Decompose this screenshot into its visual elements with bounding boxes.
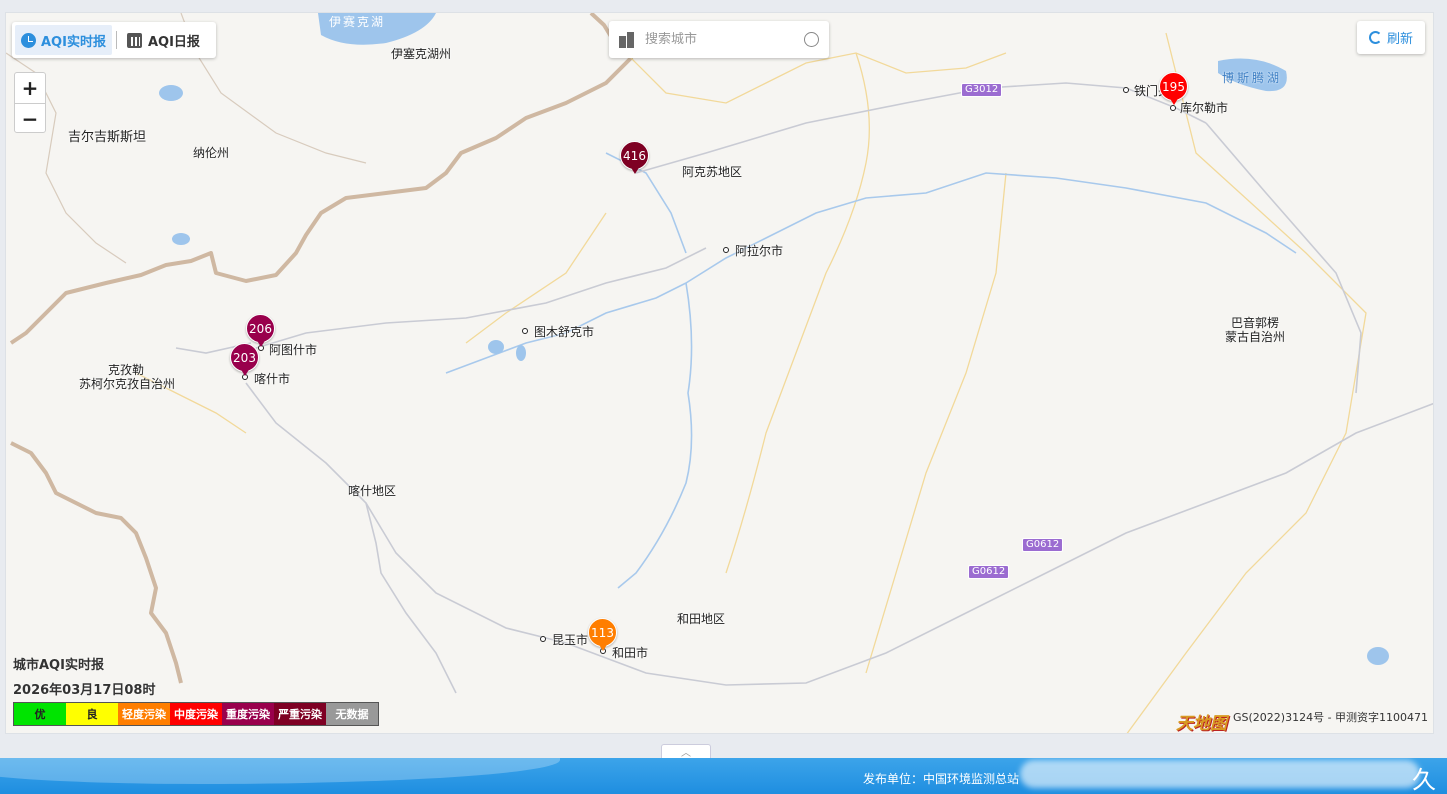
aqi-marker-kuerle[interactable]: 195 (1159, 72, 1189, 108)
divider (115, 31, 117, 49)
place-label: 阿拉尔市 (735, 244, 784, 258)
city-dot (723, 247, 729, 253)
place-label: 克孜勒 (108, 363, 145, 377)
aqi-marker-kashi[interactable]: 203 (230, 343, 260, 379)
city-dot (1123, 87, 1129, 93)
small-lake (488, 340, 504, 354)
app-frame: 伊赛克湖 伊塞克湖州 吉尔吉斯斯坦 纳伦州 阿克苏地区 阿拉尔市 图木舒克市 阿… (0, 0, 1447, 794)
place-label: 伊塞克湖州 (391, 47, 452, 61)
footer-wave-decoration (0, 758, 560, 784)
place-label: 吉尔吉斯斯坦 (68, 130, 147, 145)
place-label: 苏柯尔克孜自治州 (79, 377, 176, 391)
place-label: 阿图什市 (269, 343, 318, 357)
marker-tail (630, 166, 640, 174)
small-lake (172, 233, 190, 245)
place-label: 巴音郭楞 (1231, 316, 1280, 330)
footer-bar: 发布单位：中国环境监测总站 久 (0, 758, 1447, 794)
city-search-box (609, 21, 829, 58)
publisher-text: 发布单位：中国环境监测总站 (863, 772, 1020, 786)
report-mode-switch: AQI实时报 AQI日报 (12, 22, 216, 58)
refresh-label: 刷新 (1386, 32, 1413, 47)
legend-title: 城市AQI实时报 (13, 658, 104, 673)
small-lake (516, 345, 526, 361)
legend-level-excellent: 优 (14, 703, 66, 725)
daily-report-tab[interactable]: AQI日报 (121, 25, 206, 55)
clock-icon (21, 32, 36, 48)
legend-level-light: 轻度污染 (118, 703, 170, 725)
search-icon[interactable] (804, 32, 819, 47)
place-label: 昆玉市 (552, 633, 589, 647)
place-label: 和田地区 (677, 612, 726, 626)
map-copyright: GS(2022)3124号 - 甲测资字1100471 (1233, 711, 1429, 724)
country-border (9, 13, 633, 345)
chevron-up-icon: ︿ (681, 748, 691, 759)
legend-level-severe: 严重污染 (274, 703, 326, 725)
place-label: 阿克苏地区 (682, 165, 743, 179)
small-lake (159, 85, 183, 101)
legend-level-moderate: 中度污染 (170, 703, 222, 725)
place-label: 图木舒克市 (534, 325, 595, 339)
legend-timestamp: 2026年03月17日08时 (13, 683, 156, 698)
small-lake (1367, 647, 1389, 665)
panel-toggle-button[interactable]: ︿ (661, 744, 711, 759)
legend-level-heavy: 重度污染 (222, 703, 274, 725)
search-input[interactable] (645, 32, 785, 47)
corner-text: 久 (1412, 766, 1436, 794)
place-label: 纳伦州 (193, 146, 230, 160)
zoom-control: + − (14, 72, 46, 133)
daily-report-label: AQI日报 (147, 34, 200, 50)
refresh-icon (1368, 31, 1382, 44)
marker-tail (240, 368, 250, 376)
lake-label-bosten: 博斯腾湖 (1222, 71, 1283, 85)
aqi-marker-akesu[interactable]: 416 (620, 141, 650, 177)
aqi-legend: 优 良 轻度污染 中度污染 重度污染 严重污染 无数据 (13, 702, 379, 726)
marker-tail (1169, 97, 1179, 105)
calendar-icon (126, 32, 142, 48)
blurred-region (1020, 760, 1420, 788)
tianditu-logo: 天地图 (1176, 714, 1227, 734)
legend-level-good: 良 (66, 703, 118, 725)
legend-level-nodata: 无数据 (326, 703, 378, 725)
place-label: 蒙古自治州 (1225, 330, 1286, 344)
place-label: 喀什地区 (348, 484, 397, 498)
lake-label-issyk: 伊赛克湖 (329, 15, 386, 29)
realtime-report-label: AQI实时报 (41, 34, 106, 50)
marker-tail (598, 643, 608, 651)
map-view[interactable]: 伊赛克湖 伊塞克湖州 吉尔吉斯斯坦 纳伦州 阿克苏地区 阿拉尔市 图木舒克市 阿… (5, 12, 1434, 734)
highway-shield: G0612 (968, 565, 1010, 579)
zoom-in-button[interactable]: + (15, 73, 45, 103)
realtime-report-tab[interactable]: AQI实时报 (15, 25, 112, 55)
zoom-out-button[interactable]: − (15, 103, 45, 133)
city-buildings-icon (619, 31, 635, 48)
highway-shield: G0612 (1022, 538, 1064, 552)
highway-shield: G3012 (961, 83, 1003, 97)
city-dot (522, 328, 528, 334)
city-dot (540, 636, 546, 642)
refresh-button[interactable]: 刷新 (1357, 21, 1425, 54)
aqi-marker-hetian[interactable]: 113 (588, 618, 618, 654)
